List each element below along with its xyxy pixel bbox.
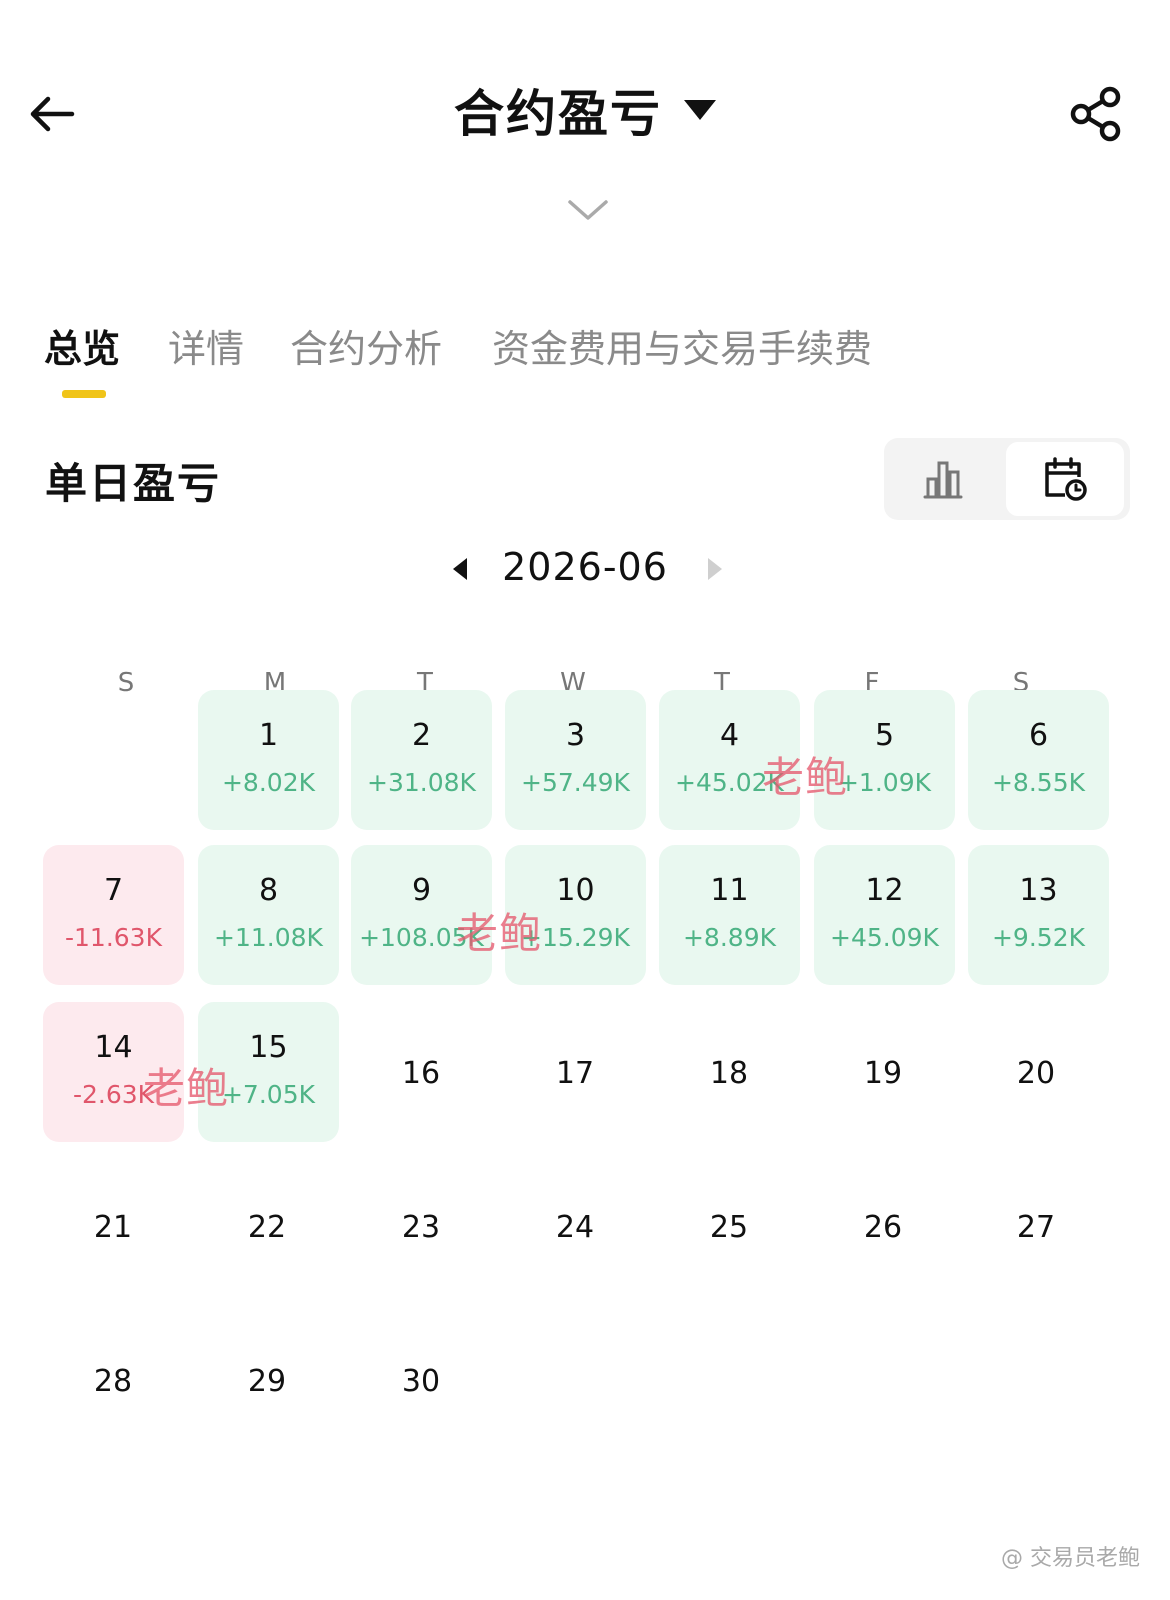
calendar-day[interactable]: 25	[684, 1210, 774, 1245]
share-icon[interactable]	[1066, 84, 1126, 144]
calendar-day[interactable]: 3 +57.49K	[505, 690, 646, 830]
bar-chart-icon	[923, 461, 963, 499]
caret-down-icon	[684, 100, 716, 120]
calendar-day[interactable]: 24	[530, 1210, 620, 1245]
day-pnl: +7.05K	[221, 1080, 315, 1109]
calendar-day[interactable]: 29	[222, 1364, 312, 1399]
calendar-view-button[interactable]	[1006, 442, 1124, 516]
day-pnl: +57.49K	[521, 768, 630, 797]
day-number: 13	[1019, 873, 1058, 908]
chevron-down-icon[interactable]	[566, 196, 610, 226]
watermark-text: 老鲍	[143, 1064, 230, 1113]
next-month-button[interactable]	[708, 558, 722, 580]
calendar-day[interactable]: 17	[530, 1056, 620, 1091]
tab-funding-and-fees[interactable]: 资金费用与交易手续费	[492, 318, 872, 373]
day-pnl: -2.63K	[72, 1080, 155, 1109]
watermark-text: 老鲍	[762, 753, 849, 802]
watermark-text: 老鲍	[456, 909, 543, 958]
calendar-day[interactable]: 26	[838, 1210, 928, 1245]
calendar-day[interactable]: 6 +8.55K	[968, 690, 1109, 830]
day-number: 5	[874, 718, 895, 753]
day-pnl: +11.08K	[214, 923, 323, 952]
day-pnl: +8.55K	[991, 768, 1085, 797]
day-pnl: -11.63K	[65, 923, 162, 952]
calendar-day[interactable]: 2 +31.08K	[351, 690, 492, 830]
weekday-sun: S	[117, 668, 135, 698]
title-dropdown[interactable]: 合约盈亏	[0, 70, 1170, 150]
day-number: 4	[719, 718, 740, 753]
calendar-day[interactable]: 18	[684, 1056, 774, 1091]
day-number: 3	[565, 718, 586, 753]
calendar-day[interactable]: 7 -11.63K	[43, 845, 184, 985]
tab-details[interactable]: 详情	[168, 318, 244, 373]
calendar-day[interactable]: 12 +45.09K	[814, 845, 955, 985]
calendar-day[interactable]: 16	[376, 1056, 466, 1091]
calendar-day[interactable]: 13 +9.52K	[968, 845, 1109, 985]
calendar-day[interactable]: 30	[376, 1364, 466, 1399]
day-number: 10	[556, 873, 595, 908]
calendar-day[interactable]: 19	[838, 1056, 928, 1091]
day-pnl: +31.08K	[367, 768, 476, 797]
footer-watermark: @ 交易员老鲍	[1001, 1546, 1140, 1571]
day-number: 11	[710, 873, 749, 908]
section-title: 单日盈亏	[45, 459, 222, 508]
calendar-day[interactable]: 27	[991, 1210, 1081, 1245]
tab-contract-analysis[interactable]: 合约分析	[290, 318, 442, 373]
tab-active-indicator	[62, 390, 106, 398]
chart-view-button[interactable]	[888, 442, 998, 516]
day-pnl: +9.52K	[991, 923, 1085, 952]
month-label: 2026-06	[502, 545, 668, 589]
day-pnl: +45.09K	[830, 923, 939, 952]
day-number: 1	[258, 718, 279, 753]
tab-overview[interactable]: 总览	[44, 318, 120, 373]
day-number: 14	[94, 1030, 133, 1065]
page-title: 合约盈亏	[454, 85, 662, 143]
day-number: 15	[249, 1030, 288, 1065]
calendar-day[interactable]: 28	[68, 1364, 158, 1399]
day-number: 9	[411, 873, 432, 908]
day-number: 8	[258, 873, 279, 908]
day-pnl: +1.09K	[837, 768, 931, 797]
day-pnl: +8.89K	[682, 923, 776, 952]
calendar-day[interactable]: 1 +8.02K	[198, 690, 339, 830]
day-number: 12	[865, 873, 904, 908]
calendar-day[interactable]: 11 +8.89K	[659, 845, 800, 985]
calendar-day[interactable]: 8 +11.08K	[198, 845, 339, 985]
day-number: 7	[103, 873, 124, 908]
day-number: 2	[411, 718, 432, 753]
calendar-day[interactable]: 21	[68, 1210, 158, 1245]
day-pnl: +8.02K	[221, 768, 315, 797]
day-number: 6	[1028, 718, 1049, 753]
calendar-clock-icon	[1045, 457, 1087, 501]
calendar-day[interactable]: 23	[376, 1210, 466, 1245]
calendar-day[interactable]: 20	[991, 1056, 1081, 1091]
calendar-day[interactable]: 22	[222, 1210, 312, 1245]
